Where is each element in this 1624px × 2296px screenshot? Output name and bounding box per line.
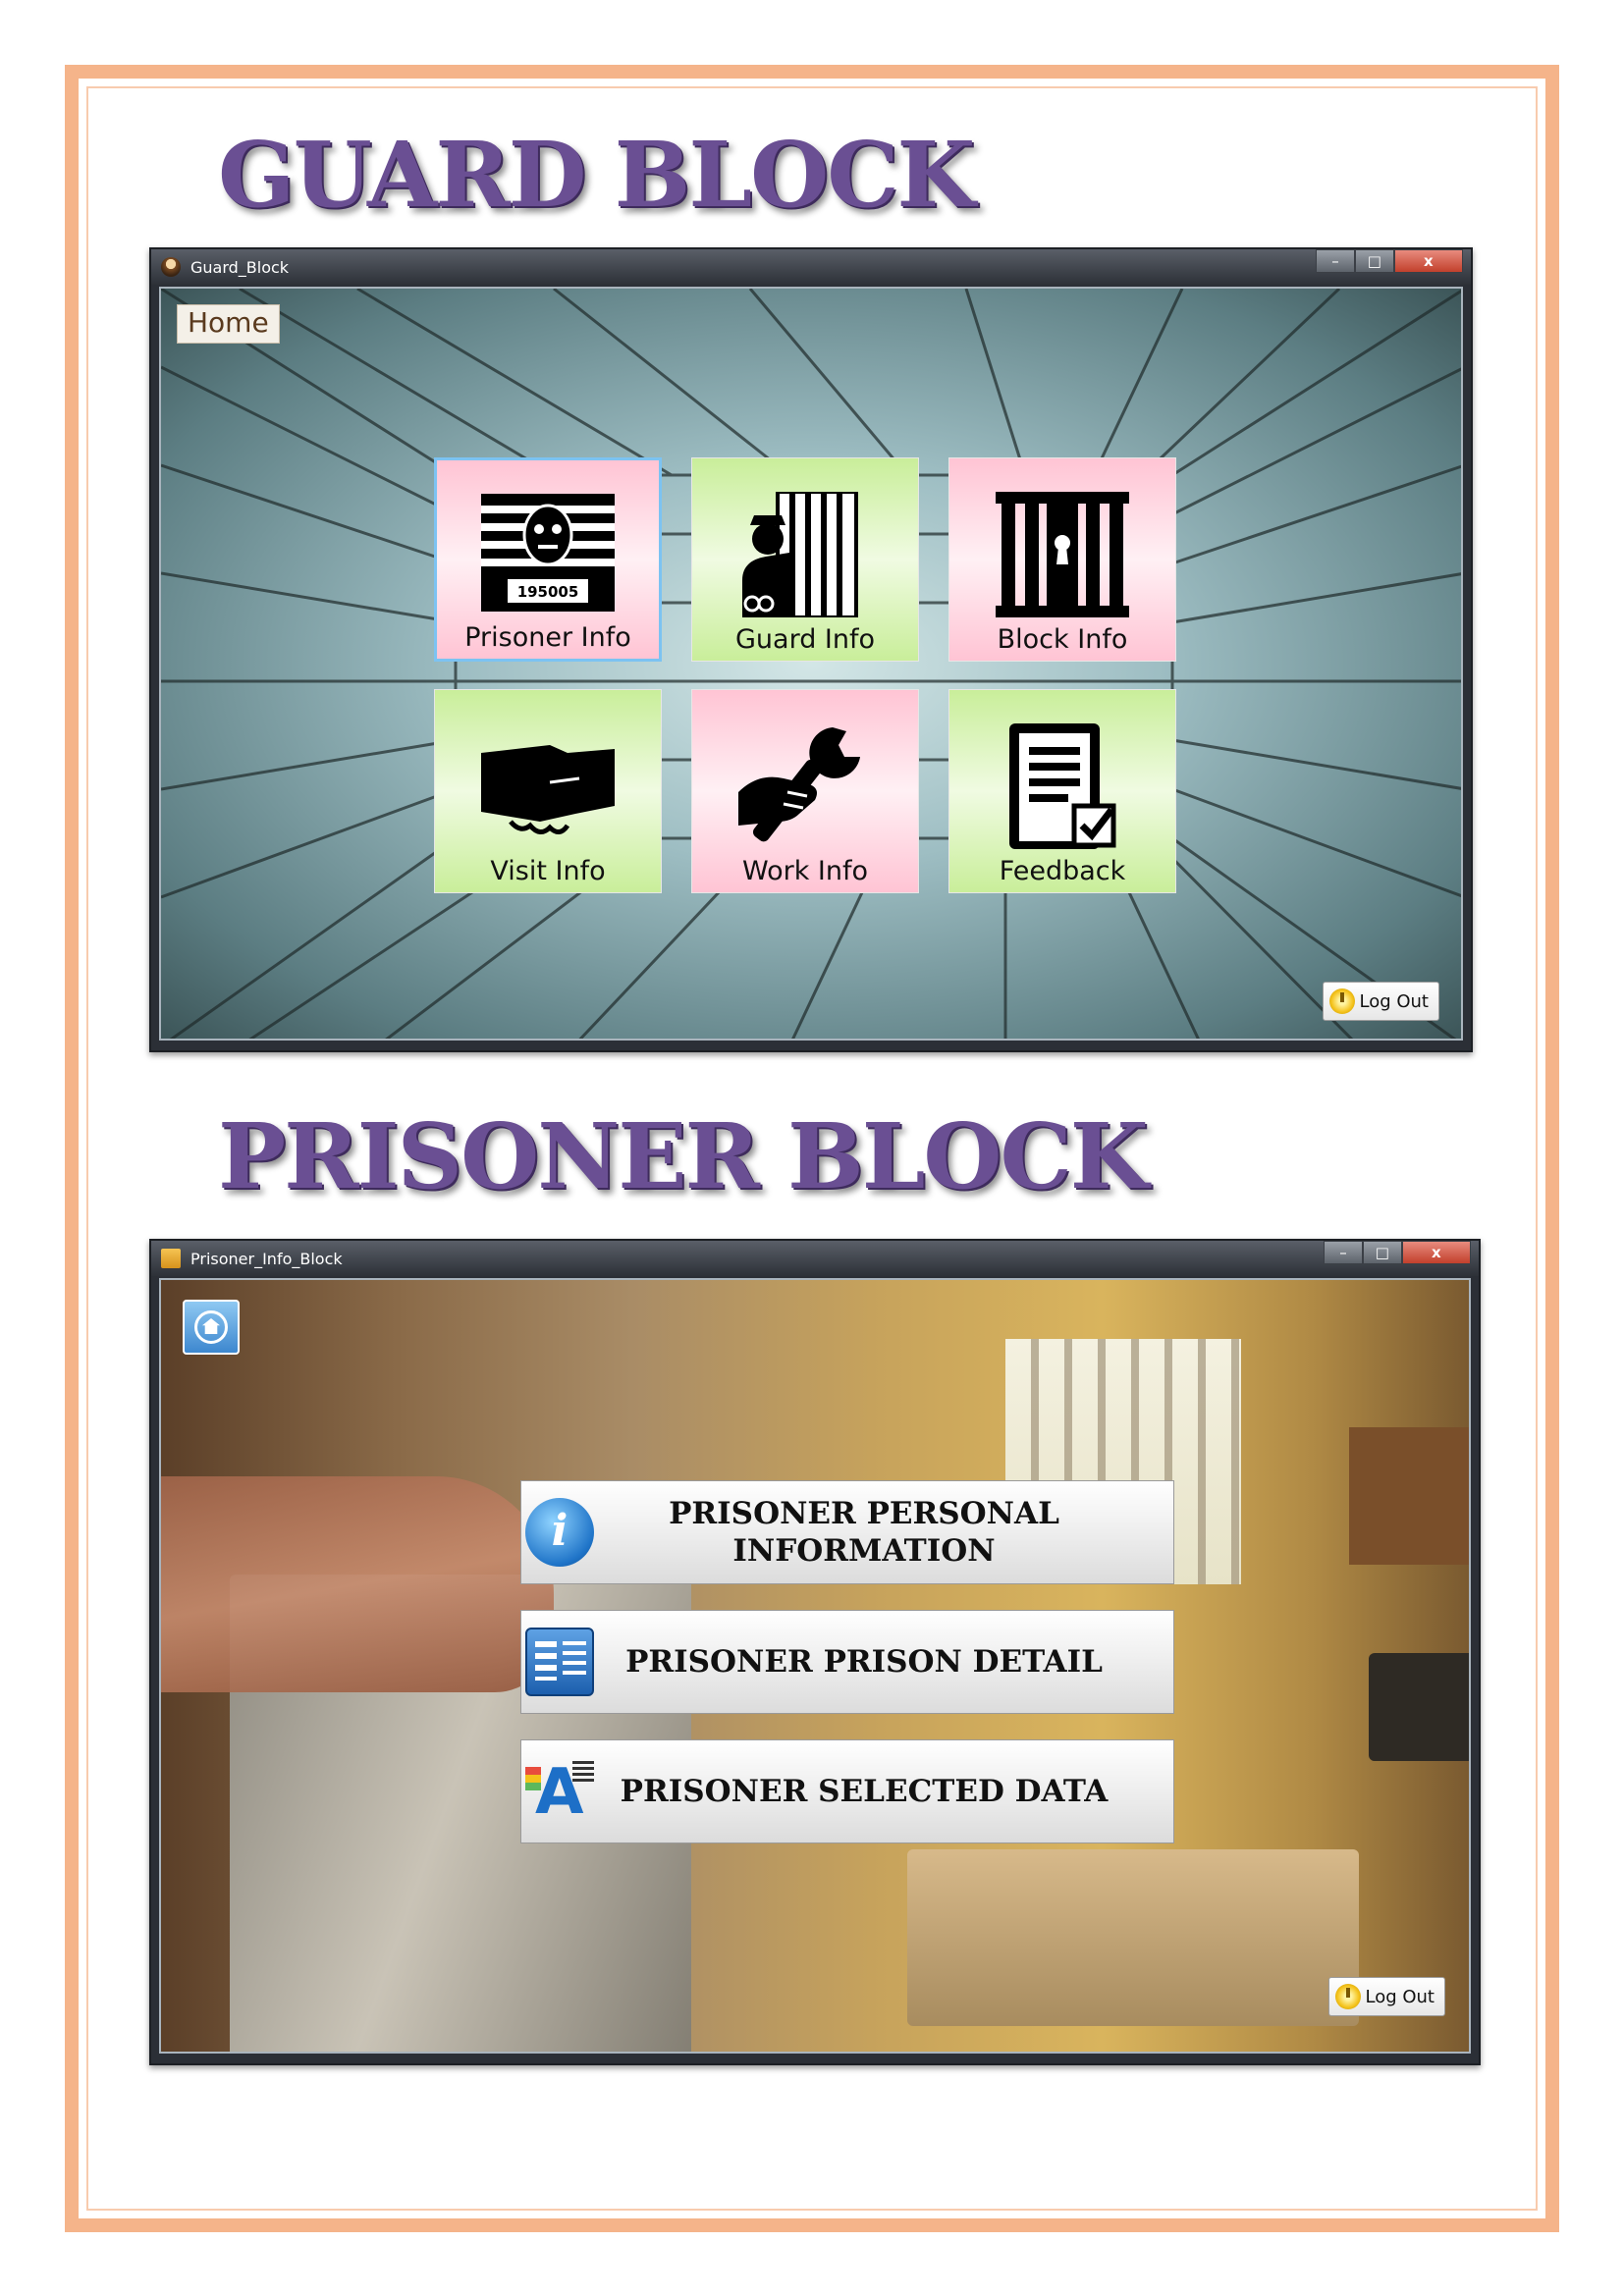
- power-icon: [1329, 988, 1356, 1014]
- visit-info-tile[interactable]: Visit Info: [434, 689, 662, 893]
- guard-arm-photo: [161, 1476, 554, 1692]
- window-controls: – □ x: [1316, 249, 1463, 275]
- tile-label: Visit Info: [490, 856, 606, 886]
- close-button[interactable]: x: [1401, 1241, 1471, 1264]
- prisoner-personal-information-button[interactable]: i PRISONER PERSONAL INFORMATION: [520, 1480, 1174, 1584]
- guard-block-content: Home 195005 Prisoner Info Guard Info Blo…: [159, 287, 1463, 1041]
- logout-label: Log Out: [1365, 1986, 1435, 2007]
- handshake-icon: [481, 745, 615, 834]
- prisoner-selected-data-button[interactable]: A PRISONER SELECTED DATA: [520, 1739, 1174, 1843]
- shelf-photo: [1349, 1427, 1469, 1565]
- app-icon: [161, 1249, 181, 1268]
- prisoner-block-content: i PRISONER PERSONAL INFORMATION PRISONER…: [159, 1278, 1471, 2054]
- prisoner-prison-detail-button[interactable]: PRISONER PRISON DETAIL: [520, 1610, 1174, 1714]
- cell-block-icon: [996, 492, 1129, 617]
- minimize-button[interactable]: –: [1316, 249, 1355, 273]
- bed-photo: [907, 1849, 1359, 2026]
- home-tab[interactable]: Home: [177, 304, 280, 344]
- selected-data-icon: A: [525, 1757, 594, 1826]
- tile-label: Feedback: [999, 856, 1126, 886]
- guard-bars-icon: [742, 492, 858, 617]
- detail-card-icon: [525, 1628, 594, 1696]
- minimize-button[interactable]: –: [1324, 1241, 1363, 1264]
- tile-label: Guard Info: [734, 624, 876, 655]
- block-info-tile[interactable]: Block Info: [948, 457, 1176, 662]
- feedback-tile[interactable]: Feedback: [948, 689, 1176, 893]
- tile-label: Prisoner Info: [464, 622, 631, 653]
- prisoner-block-heading: PRISONER BLOCK: [218, 1103, 1149, 1209]
- maximize-button[interactable]: □: [1354, 249, 1394, 273]
- window-controls: – □ x: [1324, 1241, 1471, 1266]
- guard-block-heading: GUARD BLOCK: [218, 122, 975, 228]
- television-photo: [1369, 1653, 1469, 1761]
- window-titlebar[interactable]: Prisoner_Info_Block – □ x: [151, 1241, 1479, 1276]
- window-title: Prisoner_Info_Block: [190, 1250, 343, 1268]
- prisoner-block-window: Prisoner_Info_Block – □ x i PRISONER PER…: [149, 1239, 1481, 2065]
- button-label: PRISONER PERSONAL INFORMATION: [669, 1496, 1059, 1569]
- button-label: PRISONER SELECTED DATA: [620, 1774, 1109, 1809]
- app-icon: [161, 257, 181, 277]
- tile-label: Block Info: [997, 624, 1128, 655]
- guard-block-window: Guard_Block – □ x Home 195005 Prisoner I…: [149, 247, 1473, 1052]
- logout-button[interactable]: Log Out: [1323, 982, 1439, 1021]
- maximize-button[interactable]: □: [1362, 1241, 1402, 1264]
- mugshot-number: 195005: [517, 583, 579, 601]
- tile-label: Work Info: [741, 856, 869, 886]
- logout-button[interactable]: Log Out: [1328, 1977, 1445, 2016]
- guard-info-tile[interactable]: Guard Info: [691, 457, 919, 662]
- power-icon: [1335, 1984, 1362, 2009]
- window-titlebar[interactable]: Guard_Block – □ x: [151, 249, 1471, 285]
- button-label: PRISONER PRISON DETAIL: [625, 1644, 1103, 1680]
- home-nav-icon[interactable]: [183, 1300, 240, 1355]
- checklist-icon: [1009, 723, 1116, 849]
- stone-wall-pattern: [161, 289, 1461, 1039]
- prisoner-info-tile[interactable]: 195005 Prisoner Info: [434, 457, 662, 662]
- logout-label: Log Out: [1359, 990, 1429, 1012]
- prisoner-mugshot-icon: 195005: [481, 494, 615, 612]
- close-button[interactable]: x: [1393, 249, 1463, 273]
- info-icon: i: [525, 1498, 594, 1567]
- window-title: Guard_Block: [190, 258, 290, 277]
- work-info-tile[interactable]: Work Info: [691, 689, 919, 893]
- wrench-hand-icon: [738, 727, 860, 842]
